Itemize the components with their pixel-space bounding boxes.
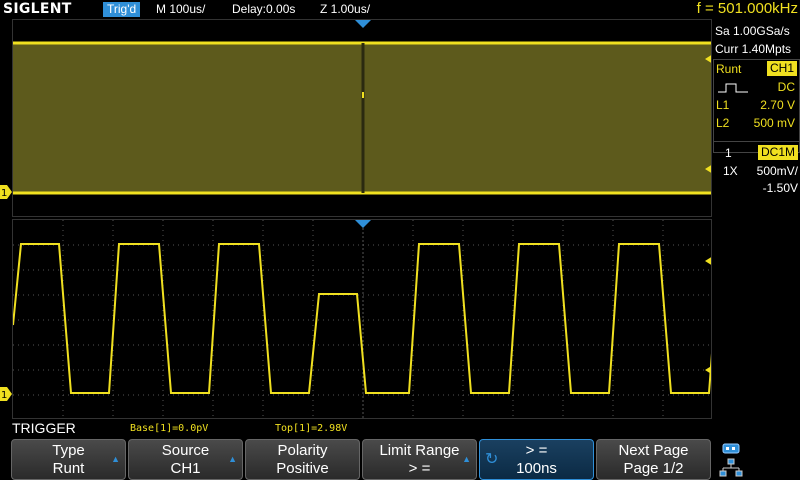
- arrow-up-icon: ▲: [462, 454, 471, 464]
- system-tray: [718, 441, 798, 479]
- arrow-up-icon: ▲: [228, 454, 237, 464]
- top-status-bar: SIGLENT Trig'd M 100us/ Delay:0.00s Z 1.…: [0, 0, 800, 19]
- arrow-up-icon: ▲: [111, 454, 120, 464]
- level1-value: 2.70 V: [760, 98, 795, 112]
- level2-value: 500 mV: [753, 116, 795, 130]
- trigger-source-softkey[interactable]: Source CH1 ▲: [128, 439, 243, 480]
- channel-number: 1: [725, 146, 732, 160]
- usb-icon[interactable]: [722, 443, 740, 454]
- softkey-value: > =: [408, 460, 431, 477]
- channel-coupling-badge: DC1M: [757, 145, 798, 160]
- level1-label: L1: [716, 98, 730, 112]
- menu-title: TRIGGER: [12, 420, 76, 436]
- probe-attenuation: 1X: [723, 164, 738, 178]
- softkey-value: Positive: [276, 460, 329, 477]
- runt-width-softkey[interactable]: > = 100ns ↻: [479, 439, 594, 480]
- network-icon[interactable]: [719, 458, 743, 477]
- zoom-timebase-readout[interactable]: Z 1.00us/: [320, 2, 370, 17]
- brand-logo: SIGLENT: [3, 1, 72, 17]
- trigger-type: Runt: [716, 62, 742, 76]
- trigger-type-softkey[interactable]: Type Runt ▲: [11, 439, 126, 480]
- softkey-title: Next Page: [618, 442, 689, 459]
- svg-text:1: 1: [1, 188, 7, 199]
- timebase-readout[interactable]: M 100us/: [156, 2, 205, 17]
- frequency-counter: f = 501.000kHz: [696, 0, 798, 17]
- ch1-offset-marker-zoom[interactable]: 1: [0, 387, 12, 401]
- softkey-title: Source: [161, 442, 210, 459]
- softkey-value: Page 1/2: [623, 460, 684, 477]
- softkey-bar: Type Runt ▲ Source CH1 ▲ Polarity Positi…: [0, 439, 800, 480]
- main-waveform-svg: [13, 20, 711, 195]
- ch1-runt-waveform: [13, 243, 711, 394]
- measurement-top: Top[1]=2.98V: [275, 423, 348, 434]
- triangle-left-icon[interactable]: [705, 365, 712, 375]
- sample-rate: Sa 1.00GSa/s: [715, 24, 790, 38]
- tray-icons-svg: [719, 443, 743, 477]
- trigger-status-badge: Trig'd: [103, 2, 141, 17]
- zoom-waveform-svg: [13, 220, 712, 418]
- next-page-softkey[interactable]: Next Page Page 1/2: [596, 439, 711, 480]
- trigger-info-box[interactable]: Runt CH1 DC L1 2.70 V L2 500 mV: [713, 59, 800, 153]
- rotate-knob-icon: ↻: [485, 451, 499, 468]
- ch1-offset-marker[interactable]: 1: [0, 185, 12, 199]
- limit-range-softkey[interactable]: Limit Range > = ▲: [362, 439, 477, 480]
- polarity-softkey[interactable]: Polarity Positive: [245, 439, 360, 480]
- trigger-coupling: DC: [777, 80, 795, 94]
- memory-depth: Curr 1.40Mpts: [715, 42, 792, 56]
- triangle-down-icon[interactable]: [355, 220, 371, 228]
- softkey-value: CH1: [170, 460, 201, 477]
- softkey-title: Polarity: [277, 442, 328, 459]
- svg-text:1: 1: [1, 390, 7, 401]
- trigger-source-badge: CH1: [766, 61, 797, 76]
- triangle-left-icon[interactable]: [705, 256, 712, 266]
- main-waveform-screen[interactable]: [12, 19, 712, 217]
- delay-readout[interactable]: Delay:0.00s: [232, 2, 295, 17]
- vertical-offset: -1.50V: [762, 181, 798, 195]
- softkey-title: Limit Range: [379, 442, 460, 459]
- triangle-down-icon[interactable]: [355, 20, 371, 28]
- zoom-waveform-screen[interactable]: [12, 219, 712, 419]
- level2-label: L2: [716, 116, 730, 130]
- channel1-info-box[interactable]: 1 DC1M 1X 500mV/ -1.50V: [713, 141, 800, 195]
- info-sidebar: Sa 1.00GSa/s Curr 1.40Mpts Runt CH1 DC L…: [713, 19, 800, 419]
- runt-pulse-icon: [718, 83, 748, 93]
- softkey-value: Runt: [52, 460, 85, 477]
- softkey-title: Type: [52, 442, 85, 459]
- measurement-base: Base[1]=0.0pV: [130, 423, 209, 434]
- vertical-scale: 500mV/: [756, 164, 798, 178]
